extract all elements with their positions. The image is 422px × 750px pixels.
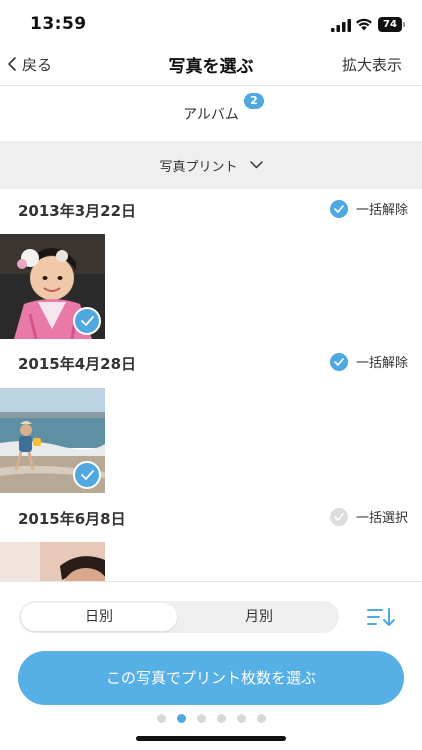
date-group-header: 2015年6月8日 一括選択 (0, 497, 422, 537)
bulk-toggle-label: 一括解除 (355, 203, 408, 218)
status-time: 13:59 (30, 14, 87, 34)
date-group-header: 2013年3月22日 一括解除 (0, 189, 422, 229)
bulk-toggle-label: 一括解除 (355, 356, 408, 371)
album-count-badge: 2 (244, 93, 264, 109)
page-dot (236, 714, 246, 723)
bulk-toggle-button[interactable]: 一括解除 (329, 352, 408, 371)
date-label: 2015年6月8日 (18, 510, 126, 528)
zoom-view-button[interactable]: 拡大表示 (342, 54, 402, 75)
print-type-dropdown[interactable]: 写真プリント (0, 141, 422, 189)
chevron-down-icon (249, 161, 263, 169)
signal-icon (331, 19, 351, 32)
battery-icon: 74 (378, 17, 406, 32)
page-dot (256, 714, 266, 723)
selected-check-icon (73, 461, 101, 489)
sort-descending-icon[interactable] (366, 606, 396, 628)
checkmark-icon (329, 507, 348, 526)
home-indicator (136, 736, 286, 741)
page-dot (216, 714, 226, 723)
choose-print-quantity-button[interactable]: この写真でプリント枚数を選ぶ (18, 651, 404, 705)
day-month-segmented-control: 日別 月別 (19, 601, 339, 633)
bottom-panel: 日別 月別 この写真でプリント枚数を選ぶ (0, 581, 422, 750)
bulk-toggle-label: 一括選択 (355, 511, 408, 526)
date-group-header: 2015年4月28日 一括解除 (0, 342, 422, 382)
checkmark-icon (329, 199, 348, 218)
checkmark-icon (329, 352, 348, 371)
segment-day[interactable]: 日別 (21, 603, 177, 631)
page-dot (156, 714, 166, 723)
date-label: 2013年3月22日 (18, 202, 137, 220)
photo-thumbnail[interactable] (0, 234, 105, 339)
navigation-bar: 戻る 写真を選ぶ 拡大表示 (0, 44, 422, 86)
date-label: 2015年4月28日 (18, 355, 137, 373)
page-indicator (0, 714, 422, 723)
photo-thumbnail[interactable] (0, 542, 105, 581)
album-tab[interactable]: アルバム (0, 87, 422, 141)
status-bar: 13:59 74 (0, 0, 422, 50)
segment-month[interactable]: 月別 (181, 603, 337, 631)
wifi-icon (356, 18, 372, 31)
battery-cap (403, 22, 405, 27)
photo-list[interactable]: 2013年3月22日 一括解除 2015年4月28日 一括解除 2015年6月8… (0, 189, 422, 581)
album-label: アルバム (183, 107, 239, 123)
bulk-toggle-button[interactable]: 一括解除 (329, 199, 408, 218)
selected-check-icon (73, 307, 101, 335)
photo-thumbnail[interactable] (0, 388, 105, 493)
print-type-label: 写真プリント (159, 159, 238, 175)
page-dot-current (176, 714, 186, 723)
page-dot (196, 714, 206, 723)
bulk-toggle-button[interactable]: 一括選択 (329, 507, 408, 526)
photo-image (0, 542, 105, 581)
battery-level: 74 (378, 17, 402, 32)
